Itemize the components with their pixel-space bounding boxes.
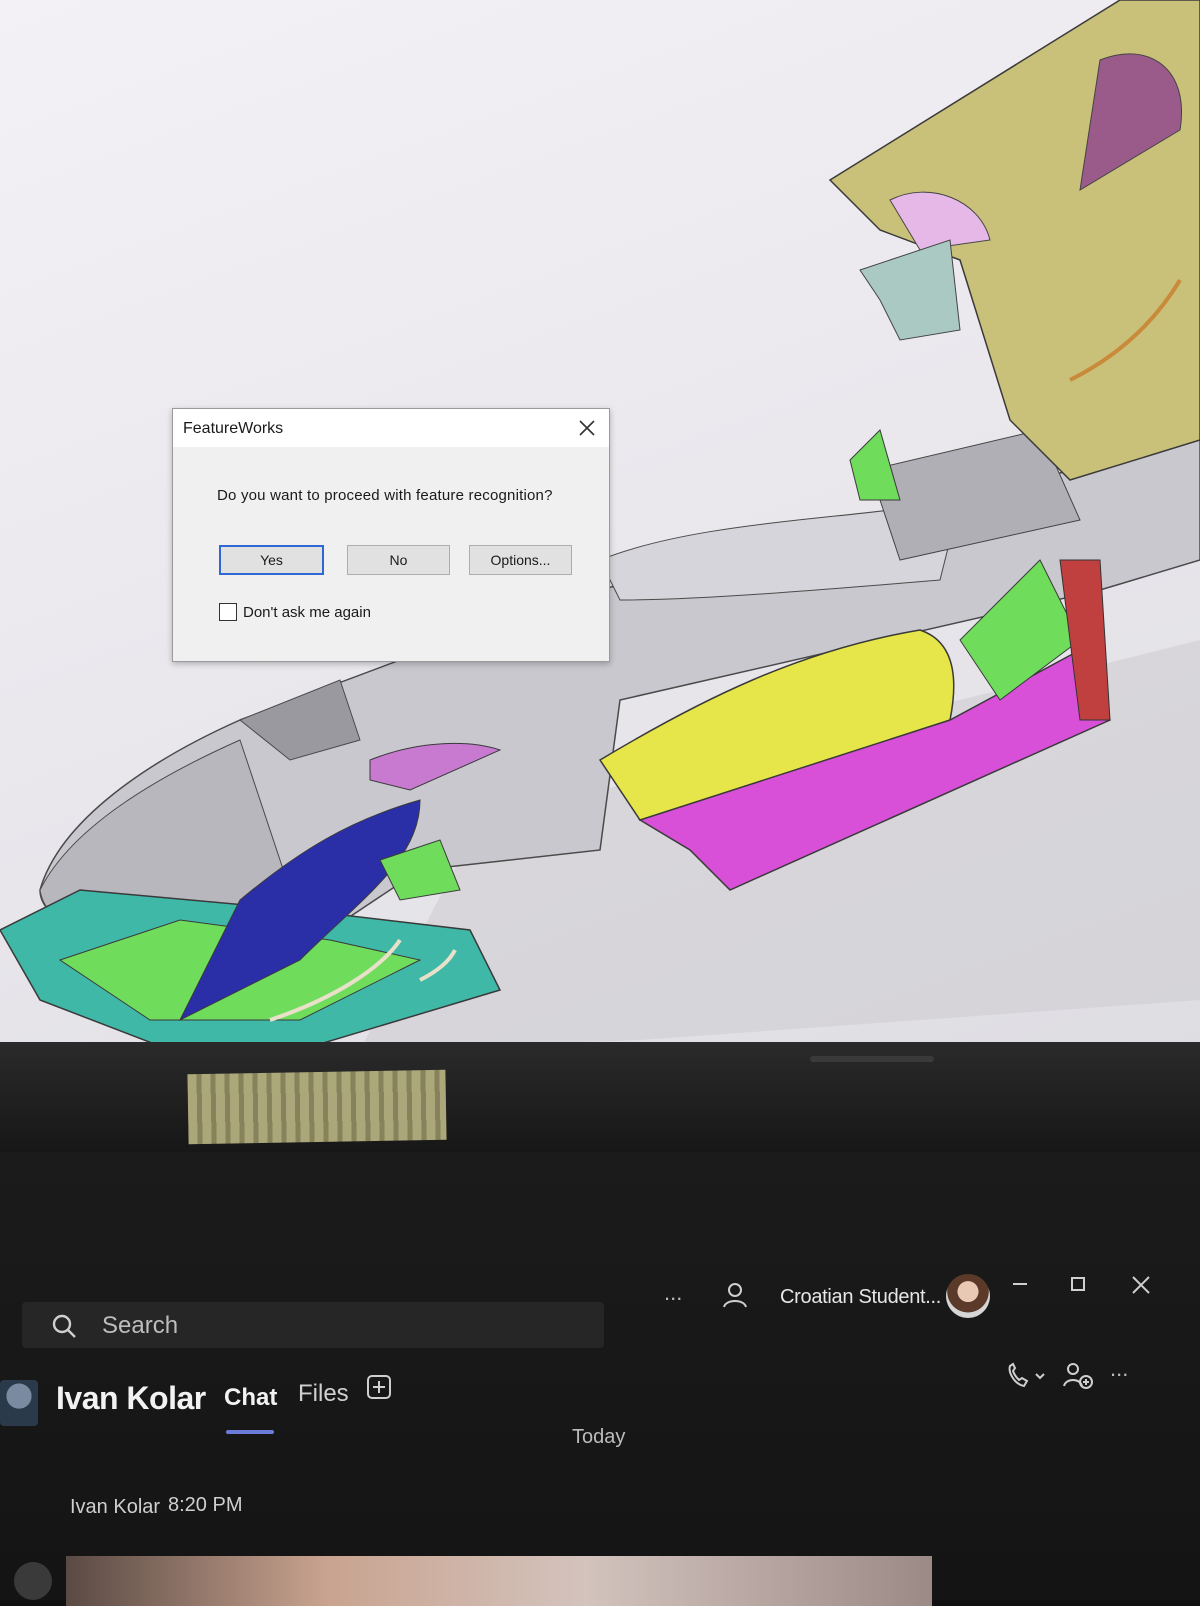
minimize-icon[interactable] (1010, 1274, 1030, 1294)
tab-files[interactable]: Files (298, 1380, 349, 1408)
message-sender: Ivan Kolar (70, 1496, 161, 1518)
active-tab-indicator (226, 1430, 274, 1434)
cad-viewport[interactable]: FeatureWorks Do you want to proceed with… (0, 0, 1200, 1060)
dialog-message: Do you want to proceed with feature reco… (217, 487, 553, 504)
chat-title: Ivan Kolar (56, 1380, 206, 1416)
message-image-attachment[interactable] (66, 1556, 932, 1606)
dont-ask-again-option[interactable]: Don't ask me again (219, 603, 371, 621)
dialog-title: FeatureWorks (183, 420, 284, 437)
no-button[interactable]: No (347, 545, 450, 575)
maximize-icon[interactable] (1068, 1274, 1088, 1294)
user-avatar[interactable] (946, 1274, 990, 1318)
tape-strip (187, 1069, 447, 1145)
dialog-titlebar[interactable]: FeatureWorks (173, 409, 609, 447)
monitor-bezel (0, 1042, 1200, 1152)
message-avatar (14, 1562, 52, 1600)
org-switcher[interactable]: Croatian Student... (780, 1286, 941, 1309)
date-divider: Today (572, 1426, 626, 1448)
search-icon (50, 1312, 78, 1340)
person-icon[interactable] (720, 1280, 750, 1310)
tab-chat[interactable]: Chat (224, 1384, 277, 1412)
chat-avatar (0, 1380, 38, 1426)
more-options-icon[interactable]: ... (664, 1280, 682, 1306)
teams-window: Search ... Croatian Student... ... Ivan … (0, 1152, 1200, 1606)
close-window-icon[interactable] (1130, 1274, 1152, 1296)
call-icon[interactable] (1004, 1362, 1054, 1390)
bezel-bar (810, 1056, 934, 1062)
dont-ask-again-checkbox[interactable] (219, 603, 237, 621)
add-tab-icon[interactable] (366, 1374, 392, 1400)
yes-button[interactable]: Yes (219, 545, 324, 575)
options-button[interactable]: Options... (469, 545, 572, 575)
dont-ask-again-label: Don't ask me again (243, 603, 371, 621)
featureworks-dialog: FeatureWorks Do you want to proceed with… (172, 408, 610, 662)
message-timestamp: 8:20 PM (168, 1494, 243, 1516)
more-options-icon[interactable]: ... (1110, 1356, 1128, 1382)
add-people-icon[interactable] (1062, 1360, 1094, 1392)
search-input[interactable]: Search (102, 1312, 178, 1340)
close-icon[interactable] (575, 416, 599, 440)
